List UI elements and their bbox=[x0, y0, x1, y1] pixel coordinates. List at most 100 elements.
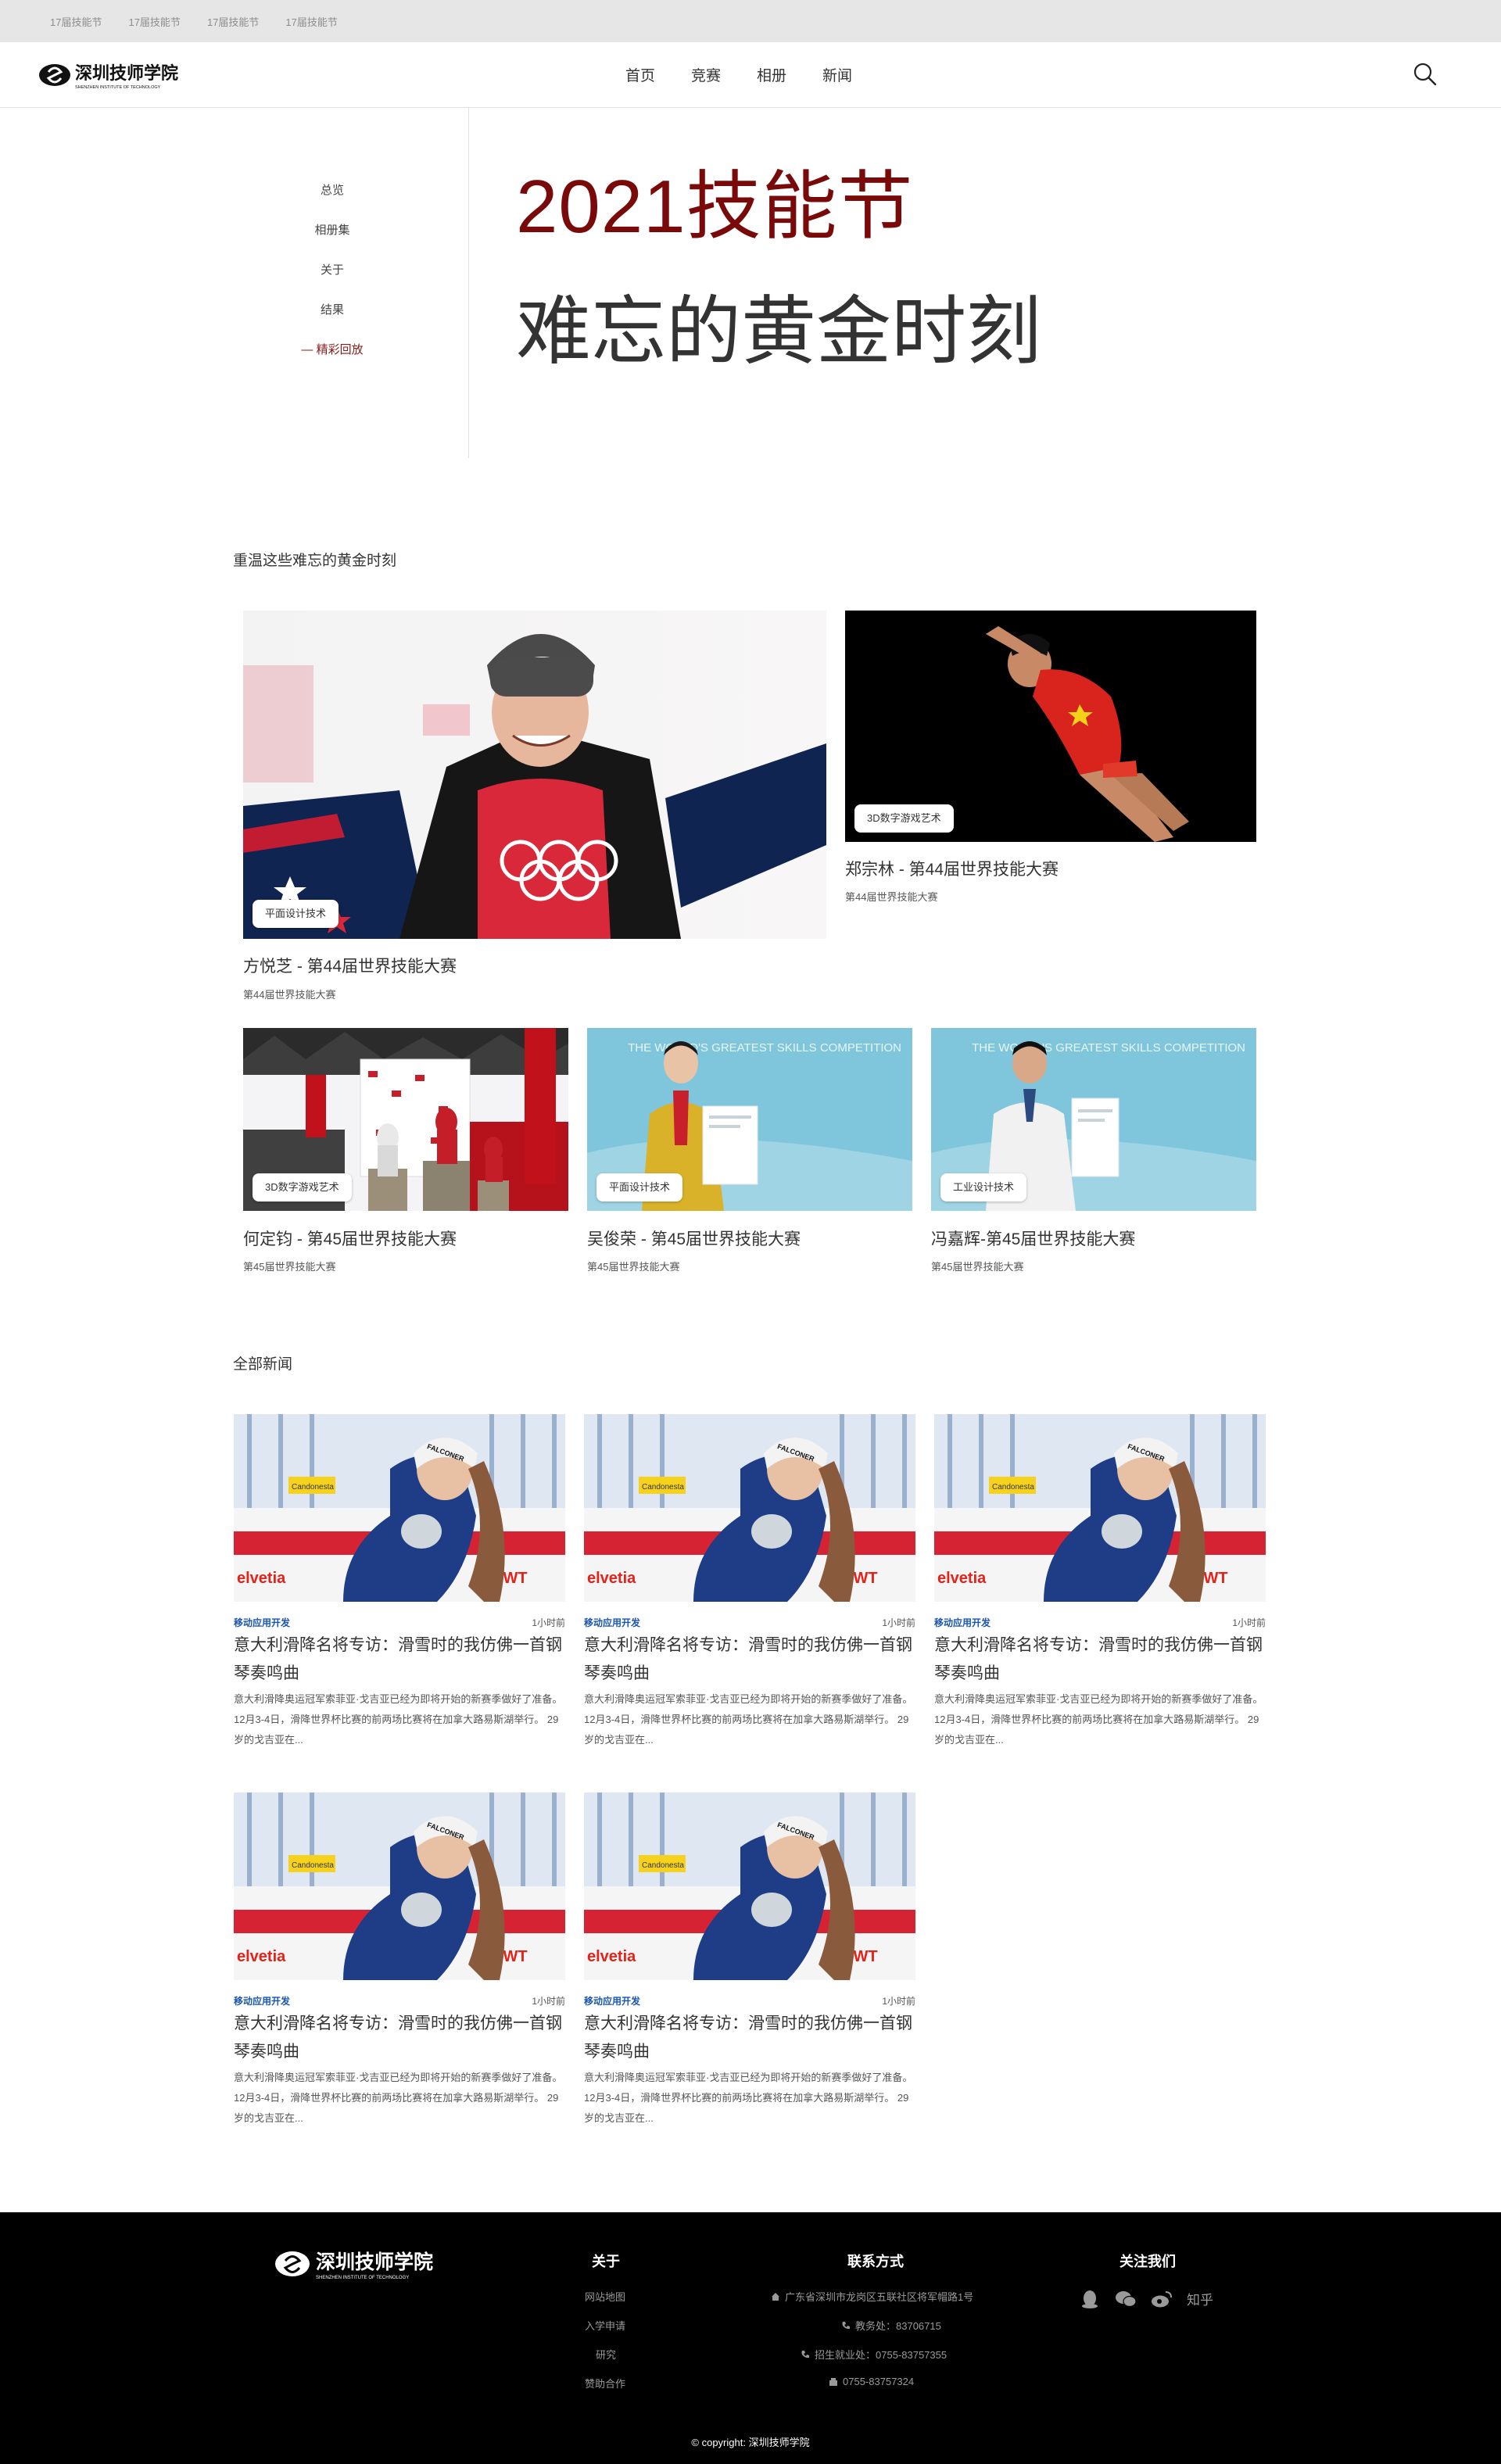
side-item-results[interactable]: 结果 bbox=[266, 301, 399, 341]
news-excerpt: 意大利滑降奥运冠军索菲亚·戈吉亚已经为即将开始的新赛季做好了准备。12月3-4日… bbox=[584, 2072, 913, 2124]
news-title[interactable]: 意大利滑降名将专访：滑雪时的我仿佛一首钢琴奏鸣曲 bbox=[584, 1631, 915, 1688]
news-category[interactable]: 移动应用开发 bbox=[234, 1994, 290, 2007]
card-subtitle: 第45届世界技能大赛 bbox=[587, 1261, 680, 1273]
news-card[interactable]: Candonesta elvetia BWT FALCONER 移动应用开发 1… bbox=[934, 1414, 1266, 1746]
side-item-albums[interactable]: 相册集 bbox=[266, 221, 399, 261]
card-subtitle: 第45届世界技能大赛 bbox=[243, 1261, 336, 1273]
news-category[interactable]: 移动应用开发 bbox=[934, 1616, 991, 1629]
nav-album[interactable]: 相册 bbox=[757, 64, 786, 85]
news-title[interactable]: 意大利滑降名将专访：滑雪时的我仿佛一首钢琴奏鸣曲 bbox=[584, 2010, 915, 2066]
top-links: 17届技能节 17届技能节 17届技能节 17届技能节 bbox=[50, 14, 338, 29]
news-photo[interactable]: Candonesta elvetia BWT FALCONER bbox=[584, 1792, 915, 1980]
skier-photo: Candonesta elvetia BWT FALCONER bbox=[584, 1414, 915, 1602]
featured-heading: 重温这些难忘的黄金时刻 bbox=[233, 553, 397, 569]
copyright: © copyright: 深圳技师学院 bbox=[691, 2437, 810, 2448]
card-photo[interactable] bbox=[243, 611, 826, 939]
news-title[interactable]: 意大利滑降名将专访：滑雪时的我仿佛一首钢琴奏鸣曲 bbox=[934, 1631, 1266, 1688]
athlete-photo bbox=[243, 611, 826, 939]
main-nav: 首页 竞赛 相册 新闻 bbox=[625, 64, 852, 85]
top-link[interactable]: 17届技能节 bbox=[50, 14, 102, 29]
news-time: 1小时前 bbox=[882, 1996, 915, 2007]
category-tag[interactable]: 工业设计技术 bbox=[940, 1173, 1027, 1202]
news-category[interactable]: 移动应用开发 bbox=[584, 1616, 640, 1629]
footer-about-title: 关于 bbox=[592, 2254, 620, 2269]
top-link[interactable]: 17届技能节 bbox=[285, 14, 337, 29]
svg-text:SHENZHEN INSTITUTE OF TECHNOLO: SHENZHEN INSTITUTE OF TECHNOLOGY bbox=[75, 85, 161, 90]
svg-text:elvetia: elvetia bbox=[237, 1948, 286, 1965]
skier-photo: Candonesta elvetia BWT FALCONER bbox=[234, 1414, 565, 1602]
news-photo[interactable]: Candonesta elvetia BWT FALCONER bbox=[234, 1414, 565, 1602]
news-category[interactable]: 移动应用开发 bbox=[234, 1616, 290, 1629]
news-excerpt: 意大利滑降奥运冠军索菲亚·戈吉亚已经为即将开始的新赛季做好了准备。12月3-4日… bbox=[584, 1693, 913, 1746]
news-card[interactable]: Candonesta elvetia BWT FALCONER 移动应用开发 1… bbox=[234, 1792, 565, 2124]
featured-card[interactable]: 平面设计技术 方悦芝 - 第44届世界技能大赛 第44届世界技能大赛 bbox=[243, 611, 826, 1017]
news-time: 1小时前 bbox=[532, 1617, 565, 1628]
side-item-overview[interactable]: 总览 bbox=[266, 181, 399, 221]
news-card[interactable]: Candonesta elvetia BWT FALCONER 移动应用开发 1… bbox=[584, 1414, 915, 1746]
svg-text:深圳技师学院: 深圳技师学院 bbox=[75, 63, 178, 84]
category-tag[interactable]: 平面设计技术 bbox=[596, 1173, 683, 1202]
news-heading: 全部新闻 bbox=[233, 1356, 293, 1373]
phone-icon bbox=[801, 2350, 809, 2358]
featured-card[interactable]: THE WORLD'S GREATEST SKILLS COMPETITION … bbox=[587, 1028, 912, 1278]
svg-text:elvetia: elvetia bbox=[937, 1570, 987, 1587]
footer-link-research[interactable]: 研究 bbox=[596, 2347, 616, 2362]
nav-home[interactable]: 首页 bbox=[625, 64, 655, 85]
news-title[interactable]: 意大利滑降名将专访：滑雪时的我仿佛一首钢琴奏鸣曲 bbox=[234, 1631, 565, 1688]
card-title[interactable]: 何定钧 - 第45届世界技能大赛 bbox=[243, 1227, 457, 1250]
card-title[interactable]: 郑宗林 - 第44届世界技能大赛 bbox=[845, 857, 1059, 880]
skier-photo: Candonesta elvetia BWT FALCONER bbox=[234, 1792, 565, 1980]
news-time: 1小时前 bbox=[1232, 1617, 1266, 1628]
footer-link-admission[interactable]: 入学申请 bbox=[585, 2318, 625, 2333]
social-links: 知乎 bbox=[1079, 2289, 1213, 2308]
svg-text:Candonesta: Candonesta bbox=[292, 1483, 334, 1492]
card-subtitle: 第44届世界技能大赛 bbox=[845, 891, 938, 903]
category-tag[interactable]: 平面设计技术 bbox=[253, 900, 339, 928]
news-photo[interactable]: Candonesta elvetia BWT FALCONER bbox=[934, 1414, 1266, 1602]
nav-news[interactable]: 新闻 bbox=[822, 64, 852, 85]
qq-icon[interactable] bbox=[1079, 2290, 1101, 2308]
nav-competition[interactable]: 竞赛 bbox=[691, 64, 721, 85]
news-excerpt: 意大利滑降奥运冠军索菲亚·戈吉亚已经为即将开始的新赛季做好了准备。12月3-4日… bbox=[234, 2072, 563, 2124]
wechat-icon[interactable] bbox=[1115, 2290, 1137, 2308]
featured-card[interactable]: THE WORLD'S GREATEST SKILLS COMPETITION … bbox=[931, 1028, 1256, 1278]
svg-text:elvetia: elvetia bbox=[587, 1948, 636, 1965]
category-tag[interactable]: 3D数字游戏艺术 bbox=[253, 1173, 352, 1202]
school-logo[interactable]: 深圳技师学院 SHENZHEN INSTITUTE OF TECHNOLOGY bbox=[38, 59, 194, 91]
news-card[interactable]: Candonesta elvetia BWT FALCONER 移动应用开发 1… bbox=[584, 1792, 915, 2124]
news-photo[interactable]: Candonesta elvetia BWT FALCONER bbox=[584, 1414, 915, 1602]
footer-link-sitemap[interactable]: 网站地图 bbox=[585, 2289, 625, 2304]
card-title[interactable]: 冯嘉辉-第45届世界技能大赛 bbox=[931, 1227, 1135, 1250]
svg-text:深圳技师学院: 深圳技师学院 bbox=[316, 2251, 433, 2273]
divider bbox=[468, 108, 469, 458]
weibo-icon[interactable] bbox=[1151, 2290, 1173, 2308]
zhihu-link[interactable]: 知乎 bbox=[1187, 2289, 1213, 2308]
search-icon[interactable] bbox=[1412, 61, 1438, 88]
card-title[interactable]: 吴俊荣 - 第45届世界技能大赛 bbox=[587, 1227, 801, 1250]
news-card[interactable]: Candonesta elvetia BWT FALCONER 移动应用开发 1… bbox=[234, 1414, 565, 1746]
news-photo[interactable]: Candonesta elvetia BWT FALCONER bbox=[234, 1792, 565, 1980]
footer-logo[interactable]: 深圳技师学院 SHENZHEN INSTITUTE OF TECHNOLOGY bbox=[274, 2247, 453, 2281]
category-tag[interactable]: 3D数字游戏艺术 bbox=[854, 804, 954, 833]
news-excerpt: 意大利滑降奥运冠军索菲亚·戈吉亚已经为即将开始的新赛季做好了准备。12月3-4日… bbox=[234, 1693, 563, 1746]
top-link[interactable]: 17届技能节 bbox=[207, 14, 259, 29]
news-title[interactable]: 意大利滑降名将专访：滑雪时的我仿佛一首钢琴奏鸣曲 bbox=[234, 2010, 565, 2066]
side-item-about[interactable]: 关于 bbox=[266, 261, 399, 301]
home-icon bbox=[772, 2292, 779, 2301]
footer-phone-admission: 招生就业处：0755-83757355 bbox=[801, 2347, 947, 2362]
side-menu: 总览 相册集 关于 结果 — 精彩回放 bbox=[266, 181, 399, 381]
footer-link-sponsor[interactable]: 赞助合作 bbox=[585, 2376, 625, 2391]
news-category[interactable]: 移动应用开发 bbox=[584, 1994, 640, 2007]
svg-text:THE WORLD'S GREATEST SKILLS CO: THE WORLD'S GREATEST SKILLS COMPETITION bbox=[972, 1041, 1245, 1055]
footer: 深圳技师学院 SHENZHEN INSTITUTE OF TECHNOLOGY … bbox=[0, 2212, 1501, 2464]
featured-card[interactable]: 3D数字游戏艺术 何定钧 - 第45届世界技能大赛 第45届世界技能大赛 bbox=[243, 1028, 568, 1278]
svg-text:elvetia: elvetia bbox=[237, 1570, 286, 1587]
card-title[interactable]: 方悦芝 - 第44届世界技能大赛 bbox=[243, 954, 457, 977]
svg-text:Candonesta: Candonesta bbox=[292, 1861, 334, 1870]
featured-card[interactable]: 3D数字游戏艺术 郑宗林 - 第44届世界技能大赛 第44届世界技能大赛 bbox=[845, 611, 1256, 908]
footer-follow-title: 关注我们 bbox=[1119, 2254, 1176, 2269]
top-link[interactable]: 17届技能节 bbox=[128, 14, 180, 29]
side-item-highlights[interactable]: — 精彩回放 bbox=[266, 341, 399, 381]
footer-phone-academic: 教务处：83706715 bbox=[841, 2318, 941, 2333]
svg-text:Candonesta: Candonesta bbox=[642, 1861, 684, 1870]
